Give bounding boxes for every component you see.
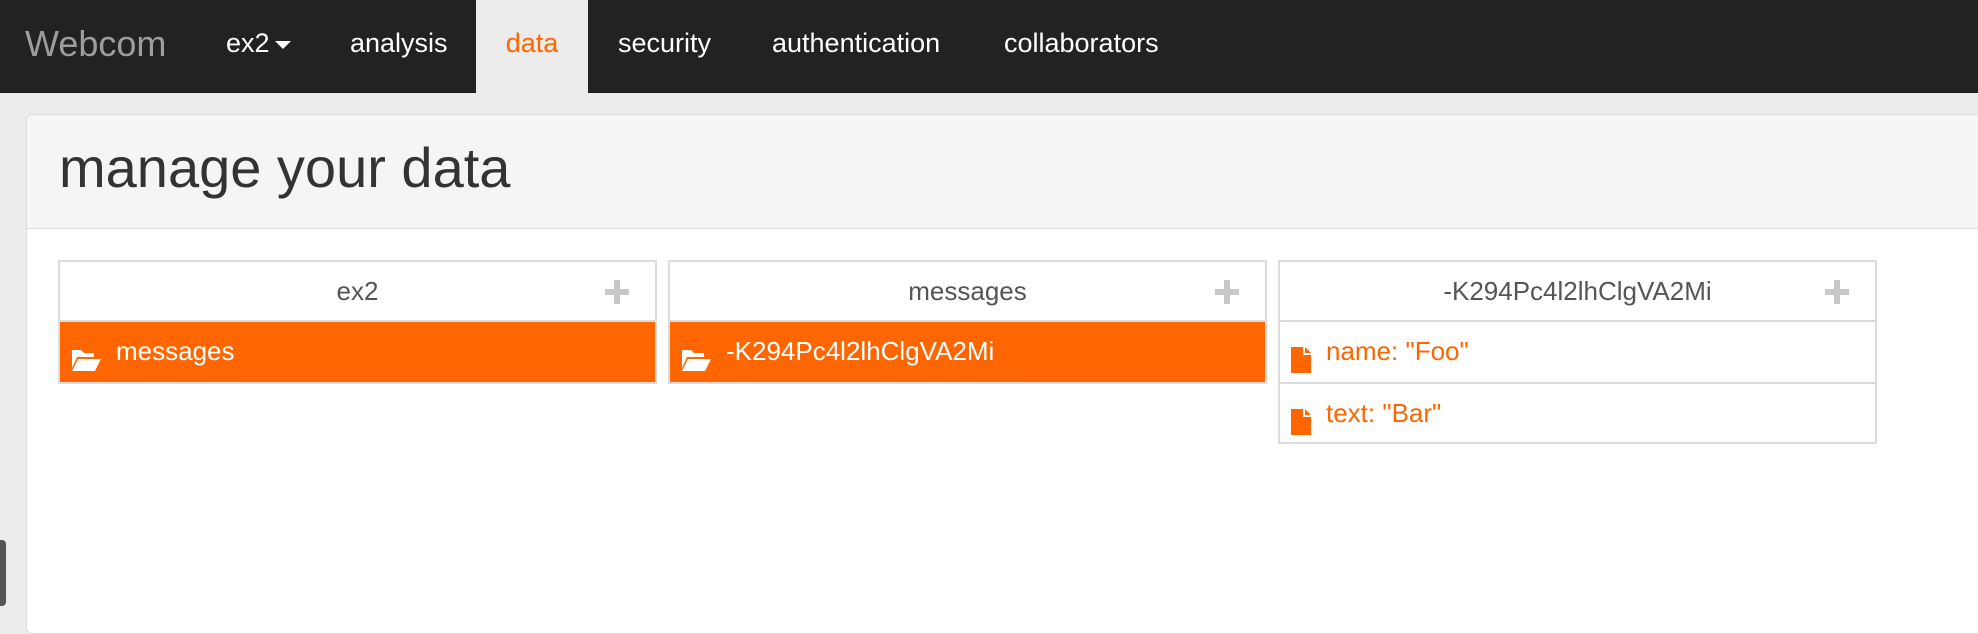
list-item-label: name: "Foo" xyxy=(1326,336,1469,366)
list-item-label: text: "Bar" xyxy=(1326,398,1442,428)
list-item[interactable]: messages xyxy=(60,322,655,382)
list-item[interactable]: name: "Foo" xyxy=(1280,322,1875,382)
tab-analysis[interactable]: analysis xyxy=(350,0,448,93)
add-child-button[interactable] xyxy=(605,280,629,304)
data-column-record: -K294Pc4l2lhClgVA2Mi name: "Foo" text: "… xyxy=(1278,260,1877,444)
scroll-handle xyxy=(0,540,6,606)
column-header: ex2 xyxy=(60,262,655,322)
folder-open-icon xyxy=(680,336,712,394)
page-title: manage your data xyxy=(59,136,511,199)
list-item-label: messages xyxy=(116,336,235,366)
app-dropdown[interactable]: ex2 xyxy=(226,0,291,93)
column-header-label: messages xyxy=(908,276,1027,306)
column-header: messages xyxy=(670,262,1265,322)
top-navbar: Webcom ex2 analysis data security authen… xyxy=(0,0,1978,93)
folder-open-icon xyxy=(70,336,102,394)
column-header-label: ex2 xyxy=(336,276,379,306)
add-child-button[interactable] xyxy=(1825,280,1849,304)
list-item[interactable]: text: "Bar" xyxy=(1280,382,1875,442)
brand-logo[interactable]: Webcom xyxy=(25,0,166,93)
tab-security[interactable]: security xyxy=(618,0,711,93)
list-item-label: -K294Pc4l2lhClgVA2Mi xyxy=(726,336,995,366)
add-child-button[interactable] xyxy=(1215,280,1239,304)
column-header-label: -K294Pc4l2lhClgVA2Mi xyxy=(1443,276,1712,306)
tab-data[interactable]: data xyxy=(476,0,588,93)
caret-down-icon xyxy=(274,40,291,49)
file-icon xyxy=(1290,398,1312,456)
panel-heading: manage your data xyxy=(27,115,1978,229)
data-column-messages: messages -K294Pc4l2lhClgVA2Mi xyxy=(668,260,1267,384)
tab-authentication[interactable]: authentication xyxy=(772,0,940,93)
app-dropdown-label: ex2 xyxy=(226,28,270,58)
tab-collaborators[interactable]: collaborators xyxy=(1004,0,1159,93)
data-column-root: ex2 messages xyxy=(58,260,657,384)
list-item[interactable]: -K294Pc4l2lhClgVA2Mi xyxy=(670,322,1265,382)
column-header: -K294Pc4l2lhClgVA2Mi xyxy=(1280,262,1875,322)
